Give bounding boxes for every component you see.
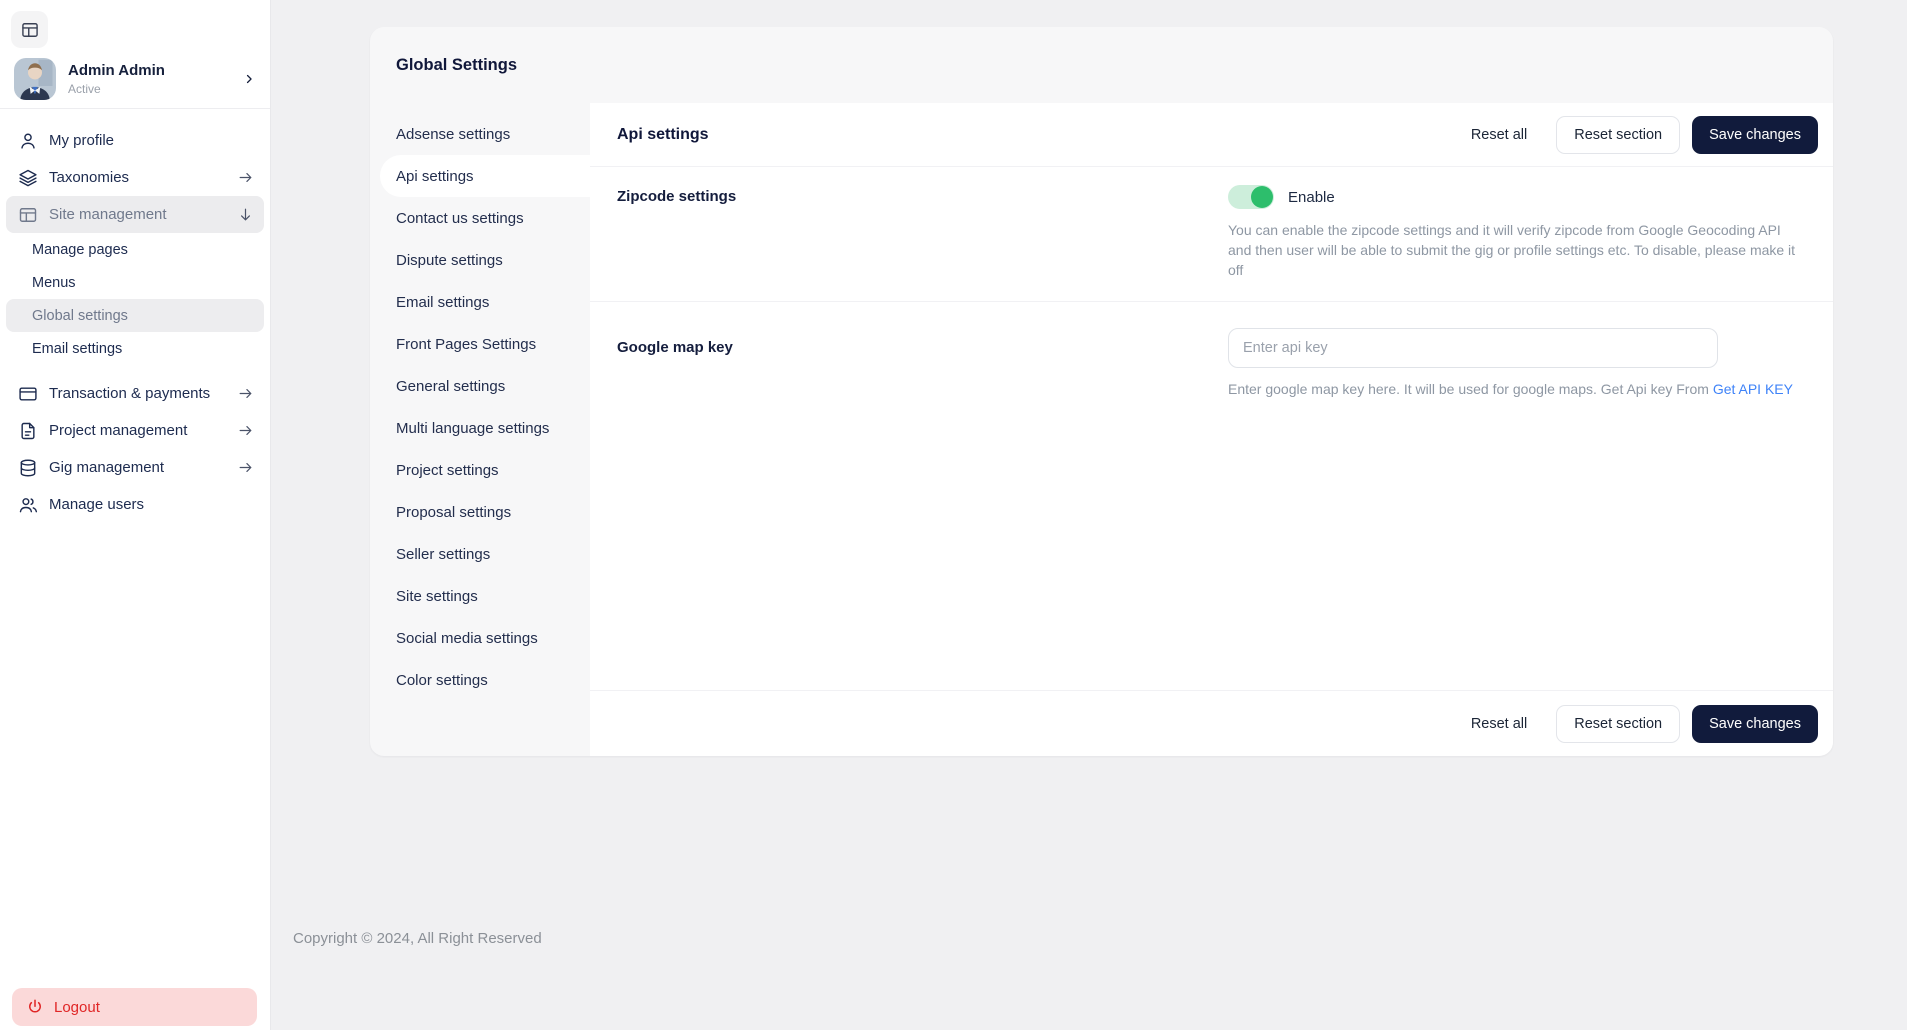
profile-status: Active bbox=[68, 82, 165, 96]
sidebar: Admin Admin Active My profileTaxonomiesS… bbox=[0, 0, 271, 1030]
logout-button[interactable]: Logout bbox=[12, 988, 257, 1026]
profile-menu[interactable]: Admin Admin Active bbox=[0, 50, 270, 108]
settings-nav-dispute-settings[interactable]: Dispute settings bbox=[370, 239, 590, 281]
zipcode-toggle-label: Enable bbox=[1288, 189, 1335, 206]
settings-nav: Adsense settingsApi settingsContact us s… bbox=[370, 103, 590, 756]
google-map-key-label: Google map key bbox=[617, 328, 1228, 397]
settings-nav-adsense-settings[interactable]: Adsense settings bbox=[370, 113, 590, 155]
power-icon bbox=[26, 998, 44, 1016]
sidebar-item-transaction-payments[interactable]: Transaction & payments bbox=[6, 375, 264, 412]
file-icon bbox=[18, 421, 38, 441]
reset-all-button[interactable]: Reset all bbox=[1454, 116, 1544, 154]
sidebar-item-manage-users[interactable]: Manage users bbox=[6, 486, 264, 523]
settings-nav-seller-settings[interactable]: Seller settings bbox=[370, 533, 590, 575]
users-icon bbox=[18, 495, 38, 515]
footer-reset-section-button[interactable]: Reset section bbox=[1556, 705, 1680, 743]
settings-nav-site-settings[interactable]: Site settings bbox=[370, 575, 590, 617]
sidebar-item-site-management[interactable]: Site management bbox=[6, 196, 264, 233]
logout-label: Logout bbox=[54, 999, 100, 1016]
get-api-key-link[interactable]: Get API KEY bbox=[1713, 381, 1793, 397]
settings-nav-proposal-settings[interactable]: Proposal settings bbox=[370, 491, 590, 533]
sidebar-subitem-global-settings[interactable]: Global settings bbox=[6, 299, 264, 332]
footer-toolbar: Reset all Reset section Save changes bbox=[1454, 705, 1818, 743]
save-changes-button[interactable]: Save changes bbox=[1692, 116, 1818, 154]
arrow-down-icon bbox=[237, 206, 254, 223]
arrow-right-icon bbox=[237, 169, 254, 186]
section-title: Api settings bbox=[617, 126, 709, 144]
settings-nav-general-settings[interactable]: General settings bbox=[370, 365, 590, 407]
zipcode-settings-label: Zipcode settings bbox=[617, 185, 1228, 281]
arrow-right-icon bbox=[237, 422, 254, 439]
arrow-right-icon bbox=[237, 385, 254, 402]
settings-content: Api settings Reset all Reset section Sav… bbox=[590, 103, 1833, 756]
header-toolbar: Reset all Reset section Save changes bbox=[1454, 116, 1818, 154]
zipcode-help-text: You can enable the zipcode settings and … bbox=[1228, 221, 1808, 281]
settings-nav-email-settings[interactable]: Email settings bbox=[370, 281, 590, 323]
settings-nav-api-settings[interactable]: Api settings bbox=[380, 155, 590, 197]
zipcode-toggle[interactable] bbox=[1228, 185, 1274, 209]
api-key-input[interactable] bbox=[1228, 328, 1718, 368]
google-map-key-row: Google map key Enter google map key here… bbox=[590, 302, 1833, 417]
credit-card-icon bbox=[18, 384, 38, 404]
sidebar-subitem-email-settings[interactable]: Email settings bbox=[6, 332, 264, 365]
global-settings-card: Global Settings Adsense settingsApi sett… bbox=[370, 27, 1833, 756]
layers-icon bbox=[18, 168, 38, 188]
sidebar-item-gig-management[interactable]: Gig management bbox=[6, 449, 264, 486]
toggle-knob bbox=[1251, 186, 1273, 208]
sidebar-toggle-button[interactable] bbox=[11, 11, 48, 48]
footer-reset-all-button[interactable]: Reset all bbox=[1454, 705, 1544, 743]
sidebar-nav: My profileTaxonomiesSite managementManag… bbox=[0, 122, 270, 523]
zipcode-settings-row: Zipcode settings Enable You can enable t… bbox=[590, 167, 1833, 301]
google-map-key-help-text: Enter google map key here. It will be us… bbox=[1228, 381, 1713, 397]
user-icon bbox=[18, 131, 38, 151]
profile-name: Admin Admin bbox=[68, 62, 165, 79]
copyright-text: Copyright © 2024, All Right Reserved bbox=[293, 930, 542, 947]
settings-nav-social-media-settings[interactable]: Social media settings bbox=[370, 617, 590, 659]
settings-nav-front-pages-settings[interactable]: Front Pages Settings bbox=[370, 323, 590, 365]
window-icon bbox=[18, 205, 38, 225]
settings-nav-multi-language-settings[interactable]: Multi language settings bbox=[370, 407, 590, 449]
arrow-right-icon bbox=[237, 459, 254, 476]
footer-save-changes-button[interactable]: Save changes bbox=[1692, 705, 1818, 743]
sidebar-subitem-menus[interactable]: Menus bbox=[6, 266, 264, 299]
chevron-right-icon bbox=[242, 72, 256, 86]
avatar bbox=[14, 58, 56, 100]
sidebar-subitem-manage-pages[interactable]: Manage pages bbox=[6, 233, 264, 266]
database-icon bbox=[18, 458, 38, 478]
sidebar-item-my-profile[interactable]: My profile bbox=[6, 122, 264, 159]
sidebar-item-taxonomies[interactable]: Taxonomies bbox=[6, 159, 264, 196]
sidebar-item-project-management[interactable]: Project management bbox=[6, 412, 264, 449]
page-title: Global Settings bbox=[396, 27, 517, 103]
reset-section-button[interactable]: Reset section bbox=[1556, 116, 1680, 154]
settings-nav-contact-us-settings[interactable]: Contact us settings bbox=[370, 197, 590, 239]
panel-layout-icon bbox=[20, 20, 40, 40]
settings-nav-color-settings[interactable]: Color settings bbox=[370, 659, 590, 701]
sidebar-divider bbox=[0, 108, 270, 109]
settings-nav-project-settings[interactable]: Project settings bbox=[370, 449, 590, 491]
